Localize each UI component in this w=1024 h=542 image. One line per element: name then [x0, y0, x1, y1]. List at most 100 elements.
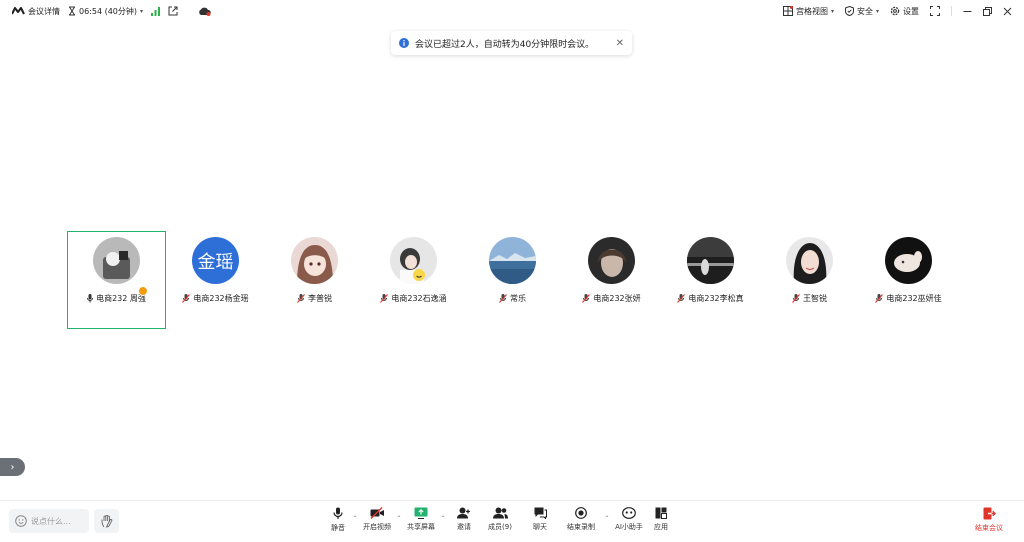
- end-recording-button[interactable]: 结束录制: [560, 507, 602, 537]
- mute-label: 静音: [331, 524, 345, 532]
- chevron-down-icon: ▾: [830, 7, 834, 15]
- settings-label: 设置: [903, 6, 919, 16]
- microphone-muted-icon: [792, 294, 800, 303]
- microphone-muted-icon: [182, 294, 191, 303]
- participant-name: 电商232 周强: [96, 294, 146, 303]
- hourglass-icon: [68, 6, 76, 16]
- top-bar: 会议详情 06:54 (40分钟) ▾ 宫格视图 ▾ 安全 ▾ 设置: [0, 0, 1024, 22]
- microphone-muted-icon: [875, 294, 884, 303]
- mute-button[interactable]: 静音: [326, 507, 350, 537]
- participant-name: 电商232李松真: [688, 294, 744, 303]
- security-button[interactable]: 安全 ▾: [844, 6, 879, 17]
- fullscreen-icon[interactable]: [930, 6, 940, 16]
- bottom-toolbar: 说点什么... 静音 ⌃ 开启视频 ⌃ 共享屏幕 ⌃ 邀请 成员(9) 聊天 结…: [0, 500, 1024, 542]
- participant-name: 李普锐: [308, 294, 332, 303]
- participant-grid: 电商232 周强 金瑶 电商232杨金瑶 李普锐 电商232石逸涵 常乐 电商2…: [67, 231, 958, 329]
- chat-placeholder: 说点什么...: [31, 516, 71, 526]
- restore-icon[interactable]: [983, 6, 992, 16]
- chevron-right-icon: ›: [10, 461, 15, 473]
- chevron-up-icon[interactable]: ⌃: [438, 515, 448, 522]
- participant-tile[interactable]: 电商232李松真: [661, 231, 760, 329]
- participant-tile[interactable]: 电商232 周强: [67, 231, 166, 329]
- close-icon[interactable]: [1003, 7, 1012, 16]
- meeting-details-label: 会议详情: [28, 6, 60, 16]
- chevron-up-icon[interactable]: ⌃: [394, 515, 404, 522]
- chat-button[interactable]: 聊天: [520, 507, 560, 537]
- end-meeting-label: 结束会议: [975, 524, 1003, 532]
- add-user-icon: [457, 507, 471, 519]
- participant-name: 电商232石逸涵: [391, 294, 447, 303]
- minimize-icon[interactable]: [963, 7, 972, 16]
- open-external-icon[interactable]: [168, 6, 178, 16]
- end-recording-label: 结束录制: [567, 523, 595, 531]
- share-screen-icon: [414, 507, 428, 519]
- microphone-icon: [87, 294, 94, 303]
- time-limit-notice: 会议已超过2人，自动转为40分钟限时会议。 ✕: [391, 31, 632, 55]
- members-button[interactable]: 成员(9): [480, 507, 520, 537]
- invite-label: 邀请: [457, 523, 471, 531]
- hand-icon: [101, 514, 113, 528]
- signal-strength-icon[interactable]: [151, 6, 161, 16]
- grid-view-icon: [782, 6, 793, 16]
- avatar: [390, 237, 437, 284]
- meeting-details-button[interactable]: 会议详情: [12, 6, 60, 17]
- chevron-down-icon: ▾: [875, 7, 879, 15]
- chevron-up-icon[interactable]: ⌃: [350, 515, 360, 522]
- cloud-record-icon[interactable]: [198, 7, 211, 16]
- security-label: 安全: [856, 6, 873, 16]
- timer-text: 06:54 (40分钟): [79, 6, 138, 16]
- microphone-icon: [333, 507, 343, 520]
- ai-assistant-button[interactable]: AI小助手: [612, 507, 646, 537]
- ai-assistant-icon: [622, 507, 636, 519]
- host-badge-icon: [138, 286, 148, 296]
- end-meeting-button[interactable]: 结束会议: [975, 507, 1003, 533]
- tencent-meeting-logo-icon: [12, 7, 25, 15]
- raise-hand-button[interactable]: [94, 509, 119, 533]
- info-icon: [399, 38, 409, 48]
- chevron-down-icon: ▾: [140, 7, 144, 15]
- apps-label: 应用: [654, 523, 668, 531]
- participant-name: 电商232巫妍佳: [886, 294, 942, 303]
- share-screen-button[interactable]: 共享屏幕: [404, 507, 438, 537]
- participant-tile[interactable]: 电商232石逸涵: [364, 231, 463, 329]
- participant-tile[interactable]: 王智锐: [760, 231, 859, 329]
- exit-icon: [983, 507, 996, 520]
- participant-tile[interactable]: 常乐: [463, 231, 562, 329]
- participant-tile[interactable]: 电商232张妍: [562, 231, 661, 329]
- grid-view-label: 宫格视图: [795, 6, 828, 16]
- quick-chat-input[interactable]: 说点什么...: [9, 509, 89, 533]
- chat-label: 聊天: [533, 523, 547, 531]
- notice-text: 会议已超过2人，自动转为40分钟限时会议。: [415, 39, 595, 50]
- record-icon: [575, 507, 587, 519]
- shield-icon: [844, 6, 854, 16]
- emoji-icon: [15, 515, 27, 527]
- participant-name: 常乐: [510, 294, 526, 303]
- participant-tile[interactable]: 电商232巫妍佳: [859, 231, 958, 329]
- grid-view-button[interactable]: 宫格视图 ▾: [782, 6, 834, 17]
- video-label: 开启视频: [363, 523, 391, 531]
- participant-name: 王智锐: [803, 294, 827, 303]
- apps-button[interactable]: 应用: [646, 507, 676, 537]
- close-icon[interactable]: ✕: [616, 38, 624, 49]
- microphone-muted-icon: [677, 294, 686, 303]
- microphone-muted-icon: [499, 294, 507, 303]
- chevron-up-icon[interactable]: ⌃: [602, 515, 612, 522]
- participant-tile[interactable]: 李普锐: [265, 231, 364, 329]
- members-label: 成员(9): [488, 523, 512, 531]
- avatar: [291, 237, 338, 284]
- avatar: 金瑶: [192, 237, 239, 284]
- participant-tile[interactable]: 金瑶 电商232杨金瑶: [166, 231, 265, 329]
- settings-button[interactable]: 设置: [890, 6, 919, 17]
- invite-button[interactable]: 邀请: [448, 507, 480, 537]
- divider: [951, 6, 952, 16]
- avatar: [489, 237, 536, 284]
- avatar: [588, 237, 635, 284]
- apps-icon: [655, 507, 667, 519]
- expand-panel-button[interactable]: ›: [0, 458, 25, 476]
- ai-assistant-label: AI小助手: [615, 523, 643, 531]
- video-button[interactable]: 开启视频: [360, 507, 394, 537]
- avatar: [786, 237, 833, 284]
- meeting-window: 会议详情 06:54 (40分钟) ▾ 宫格视图 ▾ 安全 ▾ 设置 会议已超过…: [0, 0, 1024, 542]
- meeting-timer[interactable]: 06:54 (40分钟) ▾: [68, 6, 143, 17]
- video-off-icon: [370, 507, 385, 519]
